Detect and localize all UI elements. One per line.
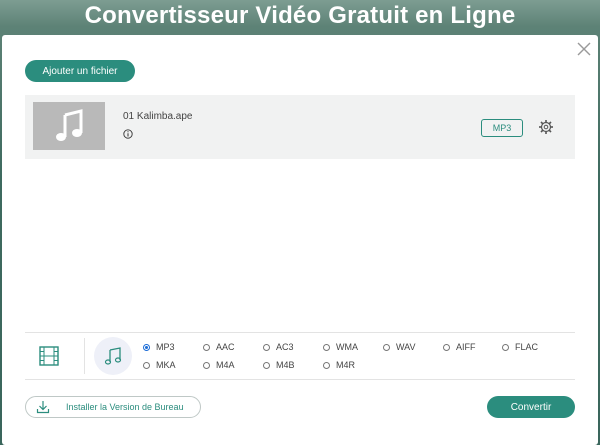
- format-label: AAC: [216, 342, 235, 352]
- install-desktop-button[interactable]: Installer la Version de Bureau: [25, 396, 201, 418]
- format-label: M4R: [336, 360, 356, 370]
- file-name: 01 Kalimba.ape: [123, 111, 193, 122]
- format-label: AC3: [276, 342, 294, 352]
- convert-button[interactable]: Convertir: [487, 396, 575, 418]
- radio-m4r[interactable]: [323, 361, 330, 369]
- format-option-mka[interactable]: MKA: [143, 360, 176, 370]
- film-icon[interactable]: [38, 345, 60, 367]
- format-option-m4r[interactable]: M4R: [323, 360, 355, 370]
- radio-wma[interactable]: [323, 343, 330, 351]
- info-icon[interactable]: [123, 129, 133, 139]
- page-title: Convertisseur Vidéo Gratuit en Ligne: [84, 2, 516, 29]
- format-label: FLAC: [515, 342, 539, 352]
- format-option-flac[interactable]: FLAC: [502, 342, 538, 352]
- radio-ac3[interactable]: [263, 343, 270, 351]
- radio-mka[interactable]: [143, 361, 150, 369]
- add-file-button[interactable]: Ajouter un fichier: [25, 60, 135, 82]
- music-note-icon: [56, 109, 83, 141]
- format-option-m4b[interactable]: M4B: [263, 360, 295, 370]
- format-option-aiff[interactable]: AIFF: [443, 342, 476, 352]
- output-format-badge[interactable]: MP3: [481, 119, 523, 137]
- file-thumbnail: [33, 102, 105, 150]
- radio-wav[interactable]: [383, 343, 390, 351]
- divider: [84, 338, 85, 374]
- format-option-m4a[interactable]: M4A: [203, 360, 235, 370]
- format-option-mp3[interactable]: MP3: [143, 342, 175, 352]
- format-option-aac[interactable]: AAC: [203, 342, 235, 352]
- format-option-ac3[interactable]: AC3: [263, 342, 294, 352]
- format-option-wma[interactable]: WMA: [323, 342, 358, 352]
- install-label: Installer la Version de Bureau: [66, 402, 184, 412]
- format-label: WAV: [396, 342, 416, 352]
- radio-m4a[interactable]: [203, 361, 210, 369]
- download-icon: [36, 401, 50, 414]
- format-option-wav[interactable]: WAV: [383, 342, 416, 352]
- file-row: 01 Kalimba.ape MP3: [25, 95, 575, 159]
- format-label: M4A: [216, 360, 235, 370]
- gear-icon[interactable]: [538, 119, 554, 135]
- radio-m4b[interactable]: [263, 361, 270, 369]
- converter-modal: Ajouter un fichier 01 Kalimba.ape MP3 MP…: [2, 35, 598, 445]
- format-label: WMA: [336, 342, 358, 352]
- format-label: MP3: [156, 342, 175, 352]
- divider: [25, 379, 575, 380]
- radio-mp3[interactable]: [143, 343, 150, 351]
- close-icon[interactable]: [576, 41, 592, 57]
- radio-aiff[interactable]: [443, 343, 450, 351]
- music-note-icon: [104, 347, 122, 365]
- radio-flac[interactable]: [502, 343, 509, 351]
- audio-tab[interactable]: [94, 337, 132, 375]
- radio-aac[interactable]: [203, 343, 210, 351]
- format-label: AIFF: [456, 342, 476, 352]
- divider: [25, 332, 575, 333]
- format-label: M4B: [276, 360, 295, 370]
- format-label: MKA: [156, 360, 176, 370]
